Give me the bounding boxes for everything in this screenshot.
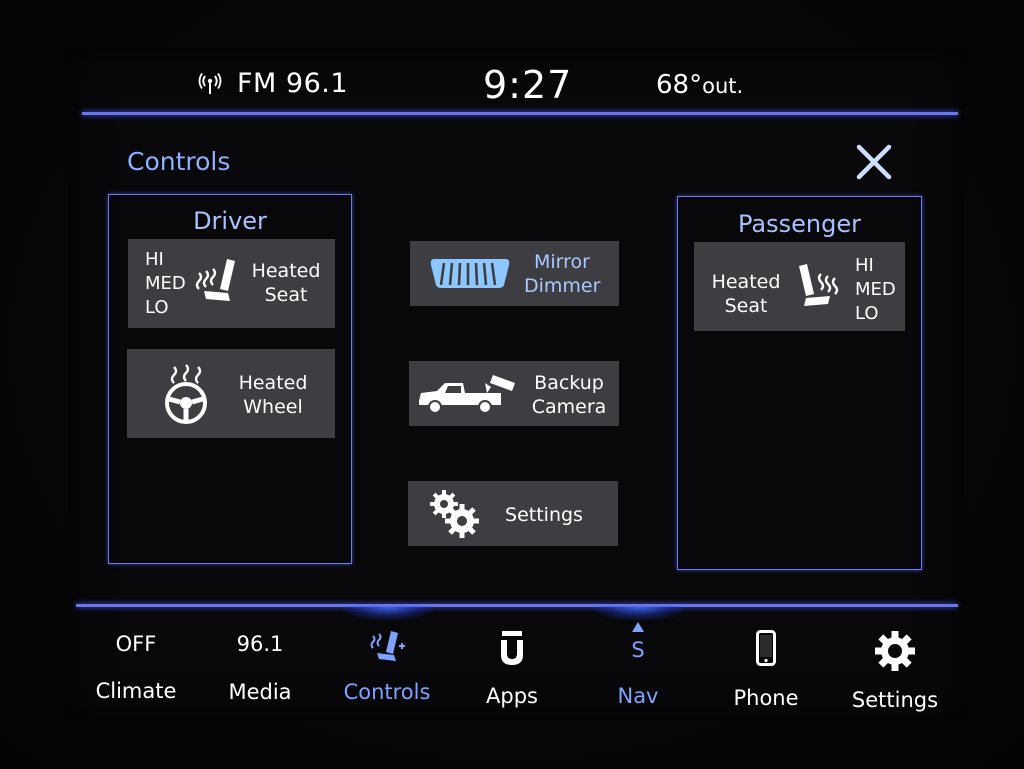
- gears-icon: [430, 490, 479, 538]
- level-med: MED: [145, 273, 186, 294]
- controls-seat-icon: [370, 631, 405, 661]
- nav-controls-label: Controls: [343, 680, 431, 704]
- apps-u-icon: [501, 631, 523, 665]
- label-line2: Wheel: [243, 396, 303, 418]
- label-line1: Heated: [251, 260, 321, 282]
- driver-seat-label: Heated Seat: [246, 259, 326, 307]
- label-line2: Seat: [724, 295, 768, 317]
- nav-phone[interactable]: Phone: [716, 612, 816, 718]
- driver-wheel-label: Heated Wheel: [233, 371, 313, 419]
- level-hi: HI: [145, 249, 164, 270]
- radio-signal-icon: [198, 73, 222, 94]
- label-line1: Heated: [711, 271, 781, 293]
- nav-climate[interactable]: OFF Climate: [86, 612, 186, 718]
- nav-media[interactable]: 96.1 Media: [210, 612, 310, 718]
- label-line2: Dimmer: [524, 275, 601, 297]
- temperature-suffix: out.: [702, 74, 744, 98]
- mirror-dimmer-label: Mirror Dimmer: [524, 250, 600, 298]
- label-line1: Mirror: [534, 251, 590, 273]
- temperature-value: 68°: [656, 70, 703, 100]
- nav-apps-label: Apps: [486, 684, 538, 708]
- level-lo: LO: [145, 297, 169, 318]
- controls-settings-button[interactable]: Settings: [408, 481, 618, 546]
- driver-title: Driver: [193, 207, 267, 235]
- label-line1: Backup: [534, 372, 604, 394]
- nav-settings[interactable]: Settings: [843, 612, 947, 718]
- passenger-seat-levels: HI MED LO: [855, 254, 896, 326]
- media-status: 96.1: [236, 632, 284, 656]
- driver-panel: Driver HI MED LO Heated Seat Heated Whee…: [108, 194, 352, 564]
- nav-heading: S: [631, 638, 645, 662]
- nav-climate-label: Climate: [95, 679, 177, 703]
- label-line1: Heated: [238, 372, 308, 394]
- heated-steering-wheel-icon: [165, 364, 207, 424]
- label-line2: Camera: [531, 396, 607, 418]
- heated-seat-icon: [799, 264, 839, 306]
- nav-phone-label: Phone: [733, 686, 799, 710]
- driver-heated-wheel-button[interactable]: Heated Wheel: [127, 349, 335, 438]
- heated-seat-icon: [195, 259, 235, 301]
- driver-heated-seat-button[interactable]: HI MED LO Heated Seat: [128, 239, 335, 328]
- radio-station[interactable]: FM 96.1: [237, 68, 348, 99]
- page-title: Controls: [127, 147, 231, 176]
- passenger-seat-label: Heated Seat: [706, 270, 786, 318]
- compass-arrow-icon: [632, 622, 644, 632]
- outside-temperature: 68°out.: [656, 70, 743, 100]
- status-bar: FM 96.1 9:27 68°out.: [0, 0, 1024, 118]
- close-x-icon[interactable]: [854, 142, 894, 182]
- nav-settings-label: Settings: [851, 688, 939, 712]
- mirror-dimmer-button[interactable]: Mirror Dimmer: [410, 241, 619, 306]
- level-hi: HI: [855, 255, 874, 276]
- passenger-heated-seat-button[interactable]: Heated Seat HI MED LO: [694, 242, 905, 331]
- gear-icon: [875, 631, 915, 671]
- phone-icon: [756, 630, 776, 666]
- level-lo: LO: [855, 303, 879, 324]
- level-med: MED: [855, 279, 896, 300]
- nav-divider: [76, 604, 958, 607]
- label-line2: Seat: [264, 284, 308, 306]
- rearview-mirror-icon: [430, 259, 510, 288]
- truck-camera-icon: [419, 375, 515, 414]
- settings-tile-label: Settings: [505, 504, 583, 526]
- status-divider: [82, 112, 958, 115]
- nav-apps[interactable]: Apps: [462, 612, 562, 718]
- nav-nav-label: Nav: [617, 684, 659, 708]
- clock: 9:27: [483, 63, 573, 107]
- backup-camera-label: Backup Camera: [527, 371, 611, 419]
- nav-controls[interactable]: Controls: [334, 612, 440, 718]
- passenger-title: Passenger: [738, 210, 861, 238]
- backup-camera-button[interactable]: Backup Camera: [409, 361, 619, 426]
- nav-nav[interactable]: S Nav: [588, 612, 688, 718]
- climate-status: OFF: [115, 632, 157, 656]
- driver-seat-levels: HI MED LO: [145, 248, 186, 320]
- passenger-panel: Passenger Heated Seat HI MED LO: [677, 196, 922, 570]
- nav-media-label: Media: [228, 680, 292, 704]
